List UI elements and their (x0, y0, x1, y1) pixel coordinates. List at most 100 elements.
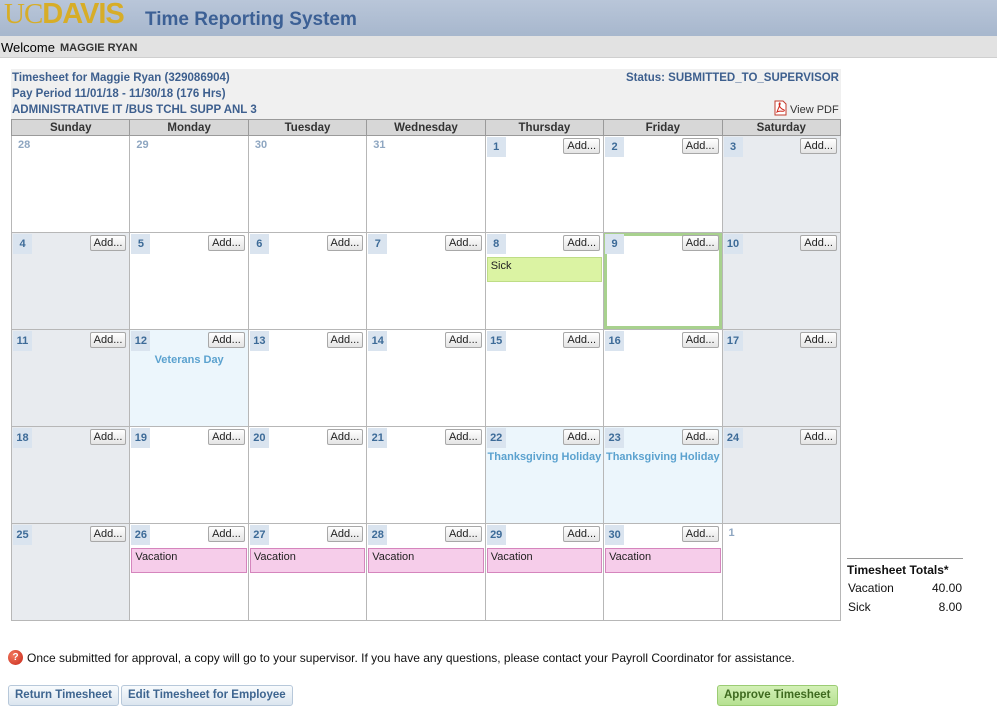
calendar-day[interactable]: 25 Add... (10, 523, 131, 621)
approval-notice: ? Once submitted for approval, a copy wi… (8, 650, 795, 665)
day-cell-content: 28 Add... Vacation (367, 524, 484, 620)
calendar-day[interactable]: 9 Add... (603, 232, 723, 330)
add-entry-button[interactable]: Add... (444, 526, 482, 542)
add-entry-button[interactable]: Add... (444, 235, 482, 251)
calendar-day[interactable]: 19 Add... (129, 426, 249, 524)
add-entry-button[interactable]: Add... (563, 429, 601, 445)
add-entry-button[interactable]: Add... (681, 526, 719, 542)
day-cell-content: 1 Add... (486, 136, 603, 232)
vacation-entry[interactable]: Vacation (368, 548, 484, 573)
day-number: 16 (605, 331, 625, 351)
day-header-saturday: Saturday (721, 119, 842, 136)
add-entry-button[interactable]: Add... (208, 526, 245, 542)
timesheet-status: Status: SUBMITTED_TO_SUPERVISOR (625, 72, 839, 84)
position-title: ADMINISTRATIVE IT /BUS TCHL SUPP ANL 3 (12, 104, 257, 116)
add-entry-button[interactable]: Add... (208, 332, 245, 348)
calendar-day[interactable]: 20 Add... (247, 426, 368, 524)
calendar-day[interactable]: 23 Add... Thanksgiving Holiday (603, 426, 723, 524)
day-number: 13 (249, 331, 269, 351)
add-entry-button[interactable]: Add... (89, 526, 127, 542)
day-number: 3 (723, 137, 743, 157)
add-entry-button[interactable]: Add... (89, 429, 127, 445)
day-cell-content: 10 Add... (723, 233, 840, 329)
add-entry-button[interactable]: Add... (208, 235, 245, 251)
calendar-day[interactable]: 10 Add... (721, 232, 842, 330)
totals-row-vacation: Vacation 40.00 (847, 577, 963, 596)
calendar-day[interactable]: 17 Add... (721, 329, 842, 427)
add-entry-button[interactable]: Add... (800, 429, 837, 445)
calendar-day[interactable]: 13 Add... (247, 329, 368, 427)
add-entry-button[interactable]: Add... (800, 332, 837, 348)
add-entry-button[interactable]: Add... (326, 429, 364, 445)
calendar-day[interactable]: 8 Add... Sick (484, 232, 605, 330)
day-number: 19 (131, 428, 151, 448)
calendar-day[interactable]: 11 Add... (10, 329, 131, 427)
day-cell-content: 19 Add... (130, 427, 247, 523)
calendar-day[interactable]: 27 Add... Vacation (247, 523, 368, 621)
add-entry-button[interactable]: Add... (563, 332, 601, 348)
day-header-sunday: Sunday (10, 119, 131, 136)
day-number: 17 (723, 331, 743, 351)
add-entry-button[interactable]: Add... (444, 429, 482, 445)
calendar-day[interactable]: 26 Add... Vacation (129, 523, 249, 621)
return-timesheet-button[interactable]: Return Timesheet (8, 685, 119, 706)
approve-timesheet-button[interactable]: Approve Timesheet (717, 685, 838, 706)
calendar-day[interactable]: 22 Add... Thanksgiving Holiday (484, 426, 605, 524)
add-entry-button[interactable]: Add... (681, 332, 719, 348)
add-entry-button[interactable]: Add... (800, 235, 837, 251)
add-entry-button[interactable]: Add... (800, 138, 837, 154)
sick-entry[interactable]: Sick (486, 257, 603, 282)
timesheet-calendar: Sunday Monday Tuesday Wednesday Thursday Frid… (10, 119, 842, 621)
calendar-day[interactable]: 30 Add... Vacation (603, 523, 723, 621)
day-cell-content: 13 Add... (249, 330, 366, 426)
calendar-day[interactable]: 14 Add... (366, 329, 486, 427)
vacation-entry[interactable]: Vacation (605, 548, 721, 573)
add-entry-button[interactable]: Add... (681, 235, 719, 251)
add-entry-button[interactable]: Add... (563, 235, 601, 251)
calendar-day[interactable]: 16 Add... (603, 329, 723, 427)
day-cell-content: 3 Add... (723, 136, 840, 232)
calendar-day[interactable]: 15 Add... (484, 329, 605, 427)
calendar-day[interactable]: 3 Add... (721, 135, 842, 233)
calendar-day[interactable]: 2 Add... (603, 135, 723, 233)
add-entry-button[interactable]: Add... (681, 429, 719, 445)
calendar-day[interactable]: 28 Add... Vacation (366, 523, 486, 621)
day-cell-content: 23 Add... Thanksgiving Holiday (604, 427, 721, 523)
calendar-day[interactable]: 24 Add... (721, 426, 842, 524)
calendar-day[interactable]: 1 Add... (484, 135, 605, 233)
add-entry-button[interactable]: Add... (444, 332, 482, 348)
add-entry-button[interactable]: Add... (89, 332, 127, 348)
totals-value: 40.00 (931, 581, 962, 595)
vacation-entry[interactable]: Vacation (131, 548, 247, 573)
add-entry-button[interactable]: Add... (326, 526, 364, 542)
app-header: UCDAVIS Time Reporting System (0, 0, 997, 36)
calendar-day[interactable]: 21 Add... (366, 426, 486, 524)
vacation-entry[interactable]: Vacation (249, 548, 366, 573)
add-entry-button[interactable]: Add... (681, 138, 719, 154)
day-cell-content: 9 Add... (604, 233, 722, 329)
day-number: 15 (486, 331, 506, 351)
view-pdf-link[interactable]: View PDF (773, 100, 839, 116)
calendar-day[interactable]: 12 Add... Veterans Day (129, 329, 249, 427)
add-entry-button[interactable]: Add... (326, 235, 364, 251)
calendar-day-outside: 1 (721, 523, 842, 621)
calendar-day-outside: 29 (129, 135, 249, 233)
calendar-day[interactable]: 6 Add... (247, 232, 368, 330)
calendar-week: 4 Add... 5 Add... 6 Add... 7 Add... 8 Add... Sick 9… (10, 232, 842, 330)
calendar-day[interactable]: 29 Add... Vacation (484, 523, 605, 621)
timesheet-owner: Timesheet for Maggie Ryan (329086904) (12, 72, 230, 84)
day-number: 5 (131, 234, 151, 254)
calendar-day[interactable]: 4 Add... (10, 232, 131, 330)
vacation-entry[interactable]: Vacation (486, 548, 603, 573)
add-entry-button[interactable]: Add... (89, 235, 127, 251)
calendar-day[interactable]: 7 Add... (366, 232, 486, 330)
calendar-day[interactable]: 5 Add... (129, 232, 249, 330)
day-cell-content: 26 Add... Vacation (130, 524, 247, 620)
add-entry-button[interactable]: Add... (563, 138, 601, 154)
edit-timesheet-button[interactable]: Edit Timesheet for Employee (121, 685, 293, 706)
add-entry-button[interactable]: Add... (563, 526, 601, 542)
day-number: 31 (373, 139, 386, 151)
add-entry-button[interactable]: Add... (326, 332, 364, 348)
add-entry-button[interactable]: Add... (208, 429, 245, 445)
calendar-day[interactable]: 18 Add... (10, 426, 131, 524)
